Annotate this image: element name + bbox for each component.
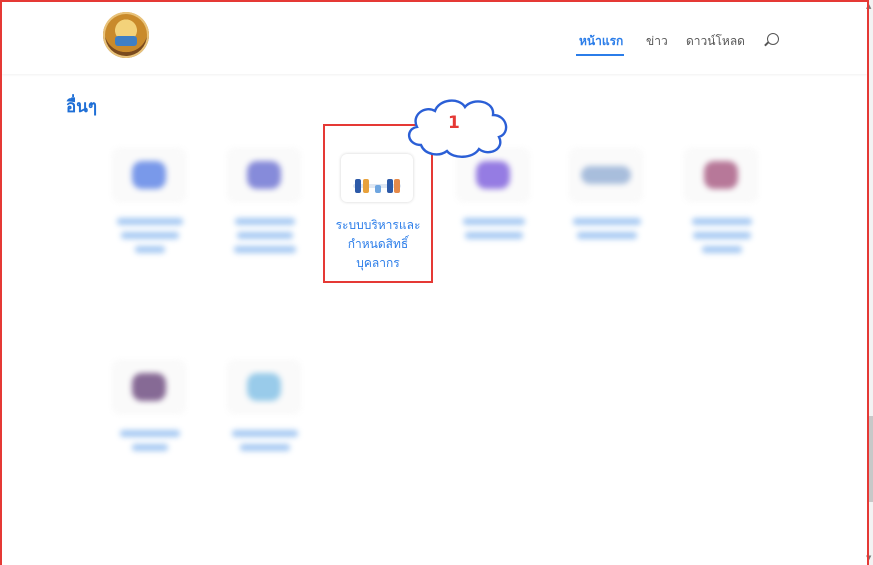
app-card-thumb [229,362,299,412]
section-title: อื่นๆ [66,97,97,117]
staff-illustration-icon [341,154,413,202]
app-card[interactable] [571,150,643,246]
app-card-thumb [686,150,756,200]
featured-card-label-line3: บุคลากร [356,256,400,270]
search-icon[interactable] [767,33,779,45]
app-card[interactable] [229,150,301,260]
app-card-thumb [114,362,184,412]
scroll-up-icon[interactable]: ▲ [866,2,871,10]
app-card[interactable] [114,362,186,458]
app-card[interactable] [229,362,301,458]
scrollbar-thumb[interactable] [868,416,873,502]
scroll-down-icon[interactable]: ▼ [866,554,871,562]
nav-download[interactable]: ดาวน์โหลด [686,32,745,51]
app-card[interactable] [458,150,530,246]
app-card-thumb [571,150,641,200]
logo-icon[interactable] [103,12,149,58]
app-card-thumb [114,150,184,200]
featured-card-label-line1: ระบบบริหารและ [335,218,421,232]
nav-home[interactable]: หน้าแรก [579,32,623,51]
screenshot-frame [0,0,869,565]
app-card[interactable] [686,150,758,260]
step-number: 1 [448,113,460,133]
featured-card-label-line2: กำหนดสิทธิ์ [347,237,409,251]
nav-news[interactable]: ข่าว [646,32,668,51]
nav-active-underline [576,54,624,56]
app-card[interactable] [114,150,186,260]
app-card-thumb [229,150,299,200]
